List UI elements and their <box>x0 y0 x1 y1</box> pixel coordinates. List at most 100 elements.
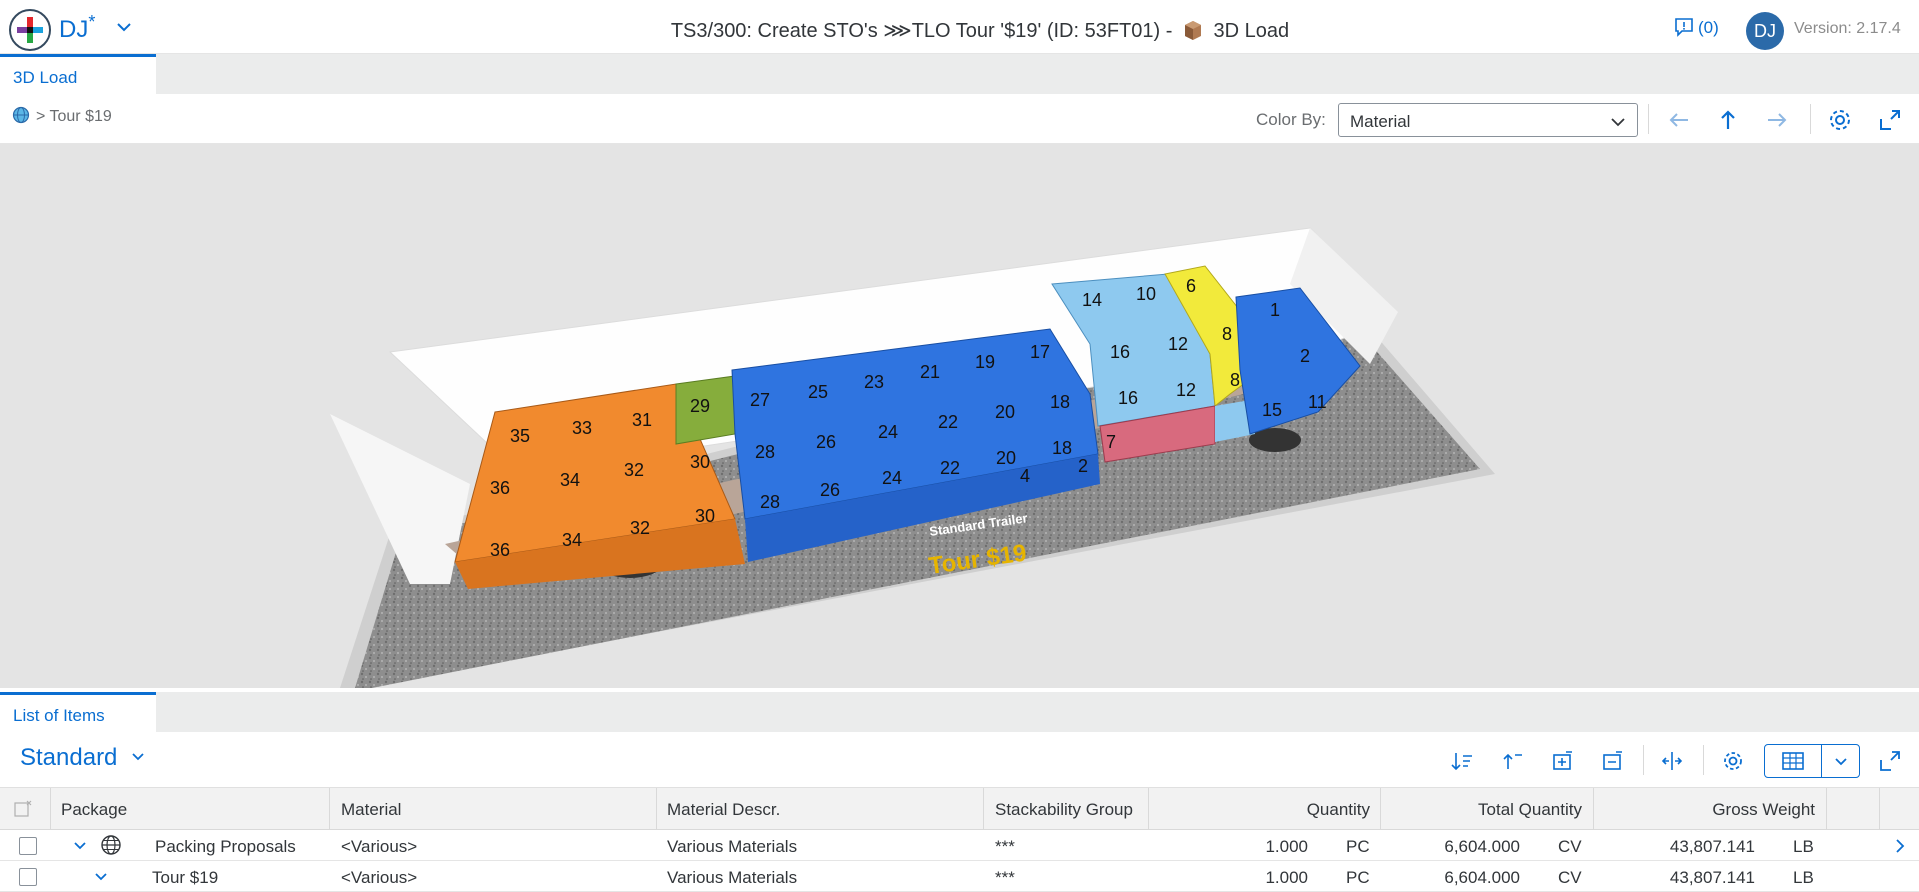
fullscreen-icon[interactable] <box>1878 749 1902 773</box>
gear-icon[interactable] <box>1721 749 1745 773</box>
column-header-stackability-group[interactable]: Stackability Group <box>995 800 1133 820</box>
column-separator <box>656 788 657 831</box>
app-name[interactable]: DJ* <box>59 12 95 44</box>
sort-icon[interactable] <box>1450 749 1474 773</box>
box-label: 26 <box>816 432 836 452</box>
cell-quantity: 1.000 <box>1265 837 1308 856</box>
table-row[interactable]: Packing Proposals <Various> Various Mate… <box>0 830 1919 861</box>
tab-list-of-items[interactable]: List of Items <box>0 692 156 732</box>
box-label: 1 <box>1270 300 1280 320</box>
version-label: Version: 2.17.4 <box>1794 20 1901 37</box>
notifications-button[interactable]: (0) <box>1674 17 1719 38</box>
toolbar-divider <box>1648 104 1649 134</box>
column-header-quantity[interactable]: Quantity <box>1150 800 1370 820</box>
arrow-right-icon[interactable] <box>1764 107 1790 133</box>
arrow-left-icon[interactable] <box>1666 107 1692 133</box>
fullscreen-icon[interactable] <box>1877 107 1903 133</box>
box-label: 12 <box>1176 380 1196 400</box>
box-label: 17 <box>1030 342 1050 362</box>
variant-name: Standard <box>20 744 118 771</box>
cell-quantity: 1.000 <box>1265 868 1308 887</box>
app-logo-icon[interactable] <box>9 9 51 51</box>
cell-total-quantity: 6,604.000 <box>1444 868 1520 887</box>
shell-header: DJ* TS3/300: Create STO's ⋙TLO Tour '$19… <box>0 0 1919 54</box>
box-label: 2 <box>1300 346 1310 366</box>
cell-total-quantity-unit: CV <box>1558 868 1582 887</box>
cell-stackability-group: *** <box>995 868 1015 887</box>
chevron-right-icon[interactable] <box>1893 838 1907 854</box>
gear-icon[interactable] <box>1827 107 1853 133</box>
column-separator <box>1879 788 1880 831</box>
box-label: 16 <box>1110 342 1130 362</box>
box-label: 34 <box>562 530 582 550</box>
chevron-down-icon[interactable] <box>1833 754 1849 770</box>
cell-gross-weight: 43,807.141 <box>1669 868 1755 887</box>
box-label: 6 <box>1186 276 1196 296</box>
box-label: 19 <box>975 352 995 372</box>
expand-up-icon[interactable] <box>1500 749 1524 773</box>
column-header-material-descr[interactable]: Material Descr. <box>667 800 780 820</box>
column-resize-icon[interactable] <box>1660 749 1684 773</box>
cell-gross-weight-unit: LB <box>1793 868 1814 887</box>
box-label: 28 <box>755 442 775 462</box>
column-header-total-quantity[interactable]: Total Quantity <box>1382 800 1582 820</box>
color-by-select[interactable]: Material <box>1338 103 1638 137</box>
list-tabstrip: List of Items <box>0 692 1919 732</box>
variant-selector[interactable]: Standard <box>20 744 146 772</box>
cell-quantity-unit: PC <box>1346 868 1370 887</box>
expand-all-icon[interactable] <box>1550 749 1574 773</box>
arrow-up-icon[interactable] <box>1715 107 1741 133</box>
box-label: 29 <box>690 396 710 416</box>
cell-stackability-group: *** <box>995 837 1015 856</box>
export-button-separator <box>1821 745 1822 777</box>
box-label: 30 <box>695 506 715 526</box>
3d-scene: 35 33 31 29 27 25 23 21 19 17 14 10 6 1 … <box>330 227 1495 688</box>
column-separator <box>1380 788 1381 831</box>
box-label: 26 <box>820 480 840 500</box>
box-label: 30 <box>690 452 710 472</box>
row-checkbox[interactable] <box>19 837 37 855</box>
notifications-count: (0) <box>1698 18 1719 37</box>
toolbar-divider <box>1810 104 1811 134</box>
table-header: Package Material Material Descr. Stackab… <box>0 787 1919 831</box>
breadcrumb[interactable]: > Tour $19 <box>12 106 112 126</box>
user-avatar[interactable]: DJ <box>1746 12 1784 50</box>
message-icon <box>1675 18 1693 37</box>
cell-material-descr: Various Materials <box>667 837 798 856</box>
box-label: 8 <box>1230 370 1240 390</box>
breadcrumb-text: > Tour $19 <box>36 108 112 125</box>
box-label: 4 <box>1020 466 1030 486</box>
collapse-all-icon[interactable] <box>1600 749 1624 773</box>
app-name-text: DJ <box>59 16 89 43</box>
export-button[interactable] <box>1764 744 1860 778</box>
table-row[interactable]: Tour $19 <Various> Various Materials ***… <box>0 861 1919 892</box>
chevron-down-icon[interactable] <box>114 17 134 37</box>
box-label: 7 <box>1106 432 1116 452</box>
box-label: 20 <box>995 402 1015 422</box>
table-toolbar: Standard <box>0 732 1919 787</box>
box-label: 36 <box>490 478 510 498</box>
3d-load-viewport[interactable]: 35 33 31 29 27 25 23 21 19 17 14 10 6 1 … <box>0 144 1919 688</box>
cell-gross-weight: 43,807.141 <box>1669 837 1755 856</box>
cell-quantity-unit: PC <box>1346 837 1370 856</box>
spreadsheet-export-icon <box>1782 752 1804 770</box>
deselect-all-icon[interactable] <box>13 799 33 819</box>
column-header-package[interactable]: Package <box>61 800 127 820</box>
view-tabstrip: 3D Load <box>0 54 1919 94</box>
box-label: 33 <box>572 418 592 438</box>
row-checkbox[interactable] <box>19 868 37 886</box>
package-box-icon <box>1184 21 1201 40</box>
chevron-down-icon <box>1611 118 1625 127</box>
column-header-gross-weight[interactable]: Gross Weight <box>1595 800 1815 820</box>
column-separator <box>983 788 984 831</box>
chevron-down-icon[interactable] <box>93 869 109 885</box>
column-header-material[interactable]: Material <box>341 800 401 820</box>
window-title-text: TS3/300: Create STO's ⋙TLO Tour '$19' (I… <box>670 20 1173 42</box>
cell-total-quantity: 6,604.000 <box>1444 837 1520 856</box>
cell-gross-weight-unit: LB <box>1793 837 1814 856</box>
box-label: 8 <box>1222 324 1232 344</box>
box-label: 28 <box>760 492 780 512</box>
chevron-down-icon[interactable] <box>72 838 88 854</box>
tab-3d-load[interactable]: 3D Load <box>0 54 156 94</box>
color-by-value: Material <box>1350 112 1411 131</box>
